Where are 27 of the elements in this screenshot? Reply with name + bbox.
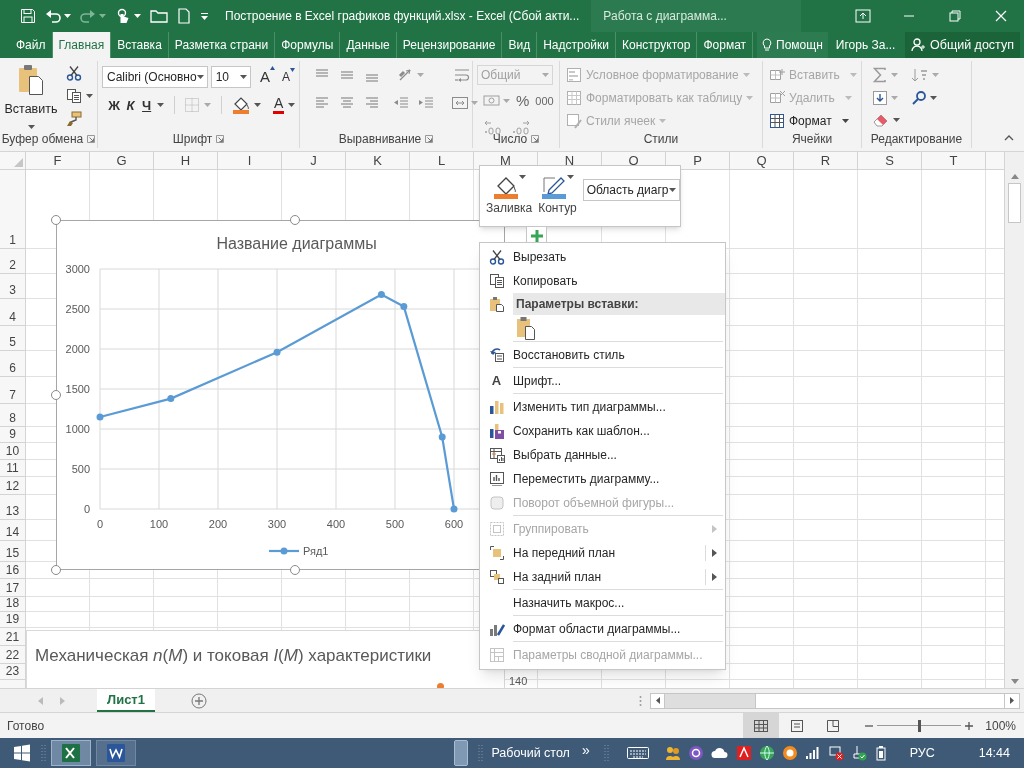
axis-label: 0 [83,503,90,515]
axis-label: 3000 [65,263,90,275]
axis-label: 500 [71,463,90,475]
group-label: Число [492,131,528,148]
axis-label: 500 [385,518,405,530]
group-label: Редактирование [870,131,963,148]
group-label: Выравнивание [338,131,422,148]
group-label: Ячейки [791,131,833,148]
axis-label: 2500 [65,303,90,315]
axis-label: 400 [326,518,346,530]
axis-label: 0 [96,518,104,530]
group-label: Стили [643,131,679,148]
contextual-tab-header: Работа с диаграмма... [591,0,802,32]
status-text: Готово [7,717,45,735]
axis-label: 200 [208,518,228,530]
font-glyph-icon: A [491,371,502,391]
group-label: Шрифт [172,131,213,148]
menu-section-header: Параметры вставки: [513,293,725,315]
window-title: Построение в Excel графиков функций.xlsx - Excel (Сбой акти... [225,8,580,25]
axis-label: 100 [149,518,169,530]
group-label: Буфер обмена [1,131,84,148]
axis-label: 600 [444,518,464,530]
axis-label: 2000 [65,343,90,355]
axis-label: 300 [267,518,287,530]
axis-label: 1500 [65,383,90,395]
axis-label: 140 [509,674,528,688]
axis-label: 1000 [65,423,90,435]
